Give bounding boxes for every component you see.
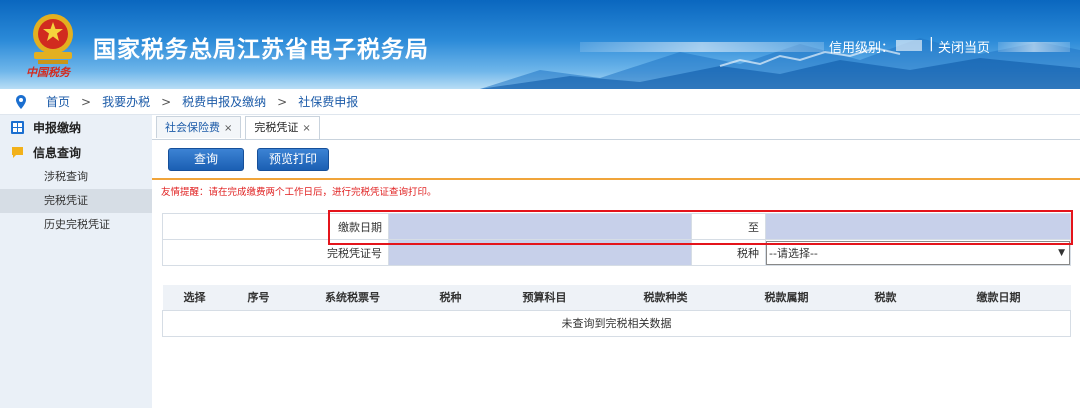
- breadcrumb-social-insurance[interactable]: 社保费申报: [298, 93, 358, 110]
- grid-icon: [11, 121, 24, 134]
- column-header: 税款: [844, 285, 927, 311]
- breadcrumb: 首页 > 我要办税 > 税费申报及缴纳 > 社保费申报: [0, 89, 1080, 115]
- sidebar-item-tax-query[interactable]: 涉税查询: [0, 165, 152, 189]
- credit-level-label: 信用级别：: [829, 41, 895, 56]
- payment-date-label: 缴款日期: [328, 213, 389, 240]
- column-header: 缴款日期: [926, 285, 1071, 311]
- column-header: 税种: [414, 285, 487, 311]
- sidebar-item-tax-certificate[interactable]: 完税凭证: [0, 189, 152, 213]
- certificate-number-label: 完税凭证号: [162, 239, 389, 266]
- tab-tax-certificate[interactable]: 完税凭证 ×: [245, 116, 320, 139]
- tab-divider: [152, 139, 1080, 140]
- tax-type-selected-value: --请选择--: [769, 246, 818, 260]
- column-header: 税款属期: [728, 285, 845, 311]
- query-button[interactable]: 查询: [168, 148, 244, 171]
- tax-type-label: 税种: [691, 239, 766, 266]
- logo-calligraphy: 中国税务: [26, 66, 70, 79]
- breadcrumb-home[interactable]: 首页: [46, 93, 70, 110]
- column-header: 税款种类: [602, 285, 729, 311]
- close-icon[interactable]: ×: [224, 123, 232, 134]
- tab-bar: 社会保险费 × 完税凭证 ×: [156, 116, 324, 139]
- breadcrumb-separator: >: [81, 94, 92, 109]
- breadcrumb-tax-handling[interactable]: 我要办税: [102, 93, 150, 110]
- header-decoration-bar: [998, 42, 1070, 52]
- table-header-row: 选择 序号 系统税票号 税种 预算科目 税款种类 税款属期 税款 缴款日期: [162, 285, 1071, 311]
- sidebar-group-label: 申报缴纳: [33, 121, 82, 135]
- tab-label: 完税凭证: [254, 121, 299, 134]
- table-row: 未查询到完税相关数据: [162, 309, 1071, 337]
- close-page-link[interactable]: 关闭当页: [938, 37, 990, 56]
- chevron-down-icon: ▼: [1058, 247, 1065, 258]
- column-header: 序号: [226, 285, 291, 311]
- sidebar: 申报缴纳 信息查询 涉税查询 完税凭证 历史完税凭证: [0, 115, 152, 408]
- site-header: 中国税务 国家税务总局江苏省电子税务局 信用级别： | 关闭当页: [0, 0, 1080, 89]
- certificate-number-input[interactable]: [388, 239, 692, 266]
- form-empty-cell: [162, 213, 329, 240]
- tab-social-insurance[interactable]: 社会保险费 ×: [156, 116, 242, 138]
- sidebar-group-declare-pay[interactable]: 申报缴纳: [0, 115, 152, 140]
- sidebar-group-label: 信息查询: [33, 146, 82, 160]
- empty-result-message: 未查询到完税相关数据: [162, 309, 1071, 337]
- site-title: 国家税务总局江苏省电子税务局: [93, 37, 429, 63]
- breadcrumb-separator: >: [277, 94, 288, 109]
- close-icon[interactable]: ×: [302, 123, 310, 134]
- payment-date-from-input[interactable]: [388, 213, 692, 240]
- header-separator: |: [929, 36, 934, 52]
- result-table: 选择 序号 系统税票号 税种 预算科目 税款种类 税款属期 税款 缴款日期 未查…: [162, 285, 1071, 337]
- column-header: 预算科目: [486, 285, 603, 311]
- query-form: 缴款日期 至 完税凭证号 税种 --请选择-- ▼: [162, 213, 1071, 266]
- header-decoration-bar: [580, 42, 824, 52]
- breadcrumb-tax-declaration[interactable]: 税费申报及缴纳: [182, 93, 266, 110]
- preview-print-button[interactable]: 预览打印: [257, 148, 329, 171]
- tab-label: 社会保险费: [165, 121, 220, 134]
- section-divider: [152, 178, 1080, 180]
- sidebar-group-info-query[interactable]: 信息查询: [0, 140, 152, 165]
- reminder-tip: 友情提醒：请在完成缴费两个工作日后，进行完税凭证查询打印。: [161, 187, 437, 198]
- date-to-label: 至: [691, 213, 766, 240]
- payment-date-to-input[interactable]: [765, 213, 1071, 240]
- location-pin-icon: [16, 94, 26, 109]
- tax-type-select[interactable]: --请选择-- ▼: [766, 240, 1070, 265]
- tax-type-cell: --请选择-- ▼: [765, 239, 1071, 266]
- column-header: 系统税票号: [290, 285, 415, 311]
- credit-level-value: [896, 40, 922, 51]
- column-header: 选择: [162, 285, 227, 311]
- sidebar-item-history-certificate[interactable]: 历史完税凭证: [0, 213, 152, 237]
- chat-bubble-icon: [12, 147, 23, 158]
- breadcrumb-separator: >: [161, 94, 172, 109]
